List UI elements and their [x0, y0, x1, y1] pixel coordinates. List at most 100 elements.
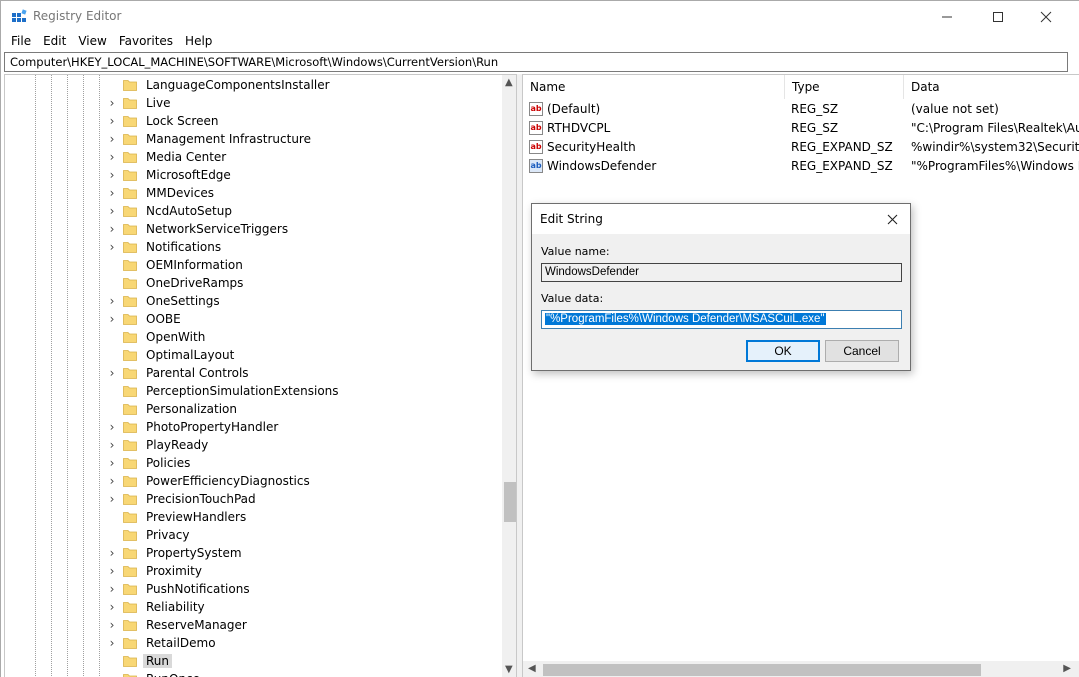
- scroll-down-icon[interactable]: ▼: [505, 664, 513, 675]
- address-bar[interactable]: Computer\HKEY_LOCAL_MACHINE\SOFTWARE\Mic…: [4, 52, 1068, 72]
- tree-item[interactable]: › PrecisionTouchPad: [105, 490, 259, 508]
- folder-icon: [123, 584, 137, 595]
- chevron-right-icon[interactable]: ›: [105, 634, 119, 652]
- tree-item[interactable]: PreviewHandlers: [105, 508, 249, 526]
- tree-item[interactable]: › Notifications: [105, 238, 224, 256]
- tree-item-label: Media Center: [146, 150, 227, 164]
- tree-item[interactable]: › ReserveManager: [105, 616, 250, 634]
- close-button[interactable]: [1023, 1, 1069, 32]
- tree-item[interactable]: › PushNotifications: [105, 580, 253, 598]
- chevron-right-icon[interactable]: ›: [105, 238, 119, 256]
- chevron-right-icon[interactable]: ›: [105, 418, 119, 436]
- chevron-right-icon[interactable]: ›: [105, 598, 119, 616]
- scroll-up-icon[interactable]: ▲: [505, 77, 513, 88]
- scroll-left-icon[interactable]: ◀: [528, 663, 536, 674]
- folder-icon: [123, 134, 137, 145]
- chevron-right-icon[interactable]: ›: [105, 544, 119, 562]
- chevron-right-icon[interactable]: ›: [105, 166, 119, 184]
- chevron-right-icon[interactable]: ›: [105, 490, 119, 508]
- chevron-right-icon[interactable]: ›: [105, 130, 119, 148]
- tree-item[interactable]: LanguageComponentsInstaller: [105, 76, 333, 94]
- tree-item[interactable]: › Policies: [105, 454, 193, 472]
- chevron-right-icon[interactable]: ›: [105, 562, 119, 580]
- value-row[interactable]: ab RTHDVCPL REG_SZ "C:\Program Files\Realte…: [523, 118, 1079, 137]
- tree-item[interactable]: OpenWith: [105, 328, 208, 346]
- values-list[interactable]: Name Type Data ab (Default) REG_SZ (value n…: [522, 74, 1079, 677]
- menu-help[interactable]: Help: [179, 32, 218, 51]
- tree-item[interactable]: Run: [105, 652, 173, 670]
- chevron-right-icon[interactable]: ›: [105, 220, 119, 238]
- tree-item[interactable]: › NetworkServiceTriggers: [105, 220, 291, 238]
- tree-item[interactable]: › PropertySystem: [105, 544, 245, 562]
- tree-item[interactable]: Personalization: [105, 400, 240, 418]
- chevron-right-icon[interactable]: ›: [105, 580, 119, 598]
- column-header-name[interactable]: Name: [523, 75, 785, 99]
- menu-view[interactable]: View: [72, 32, 112, 51]
- tree-item[interactable]: › OOBE: [105, 310, 184, 328]
- maximize-button[interactable]: [975, 1, 1021, 32]
- chevron-right-icon[interactable]: ›: [105, 310, 119, 328]
- chevron-right-icon[interactable]: ›: [105, 184, 119, 202]
- tree-item[interactable]: OneDriveRamps: [105, 274, 246, 292]
- scroll-thumb[interactable]: [543, 664, 981, 676]
- chevron-right-icon[interactable]: ›: [105, 94, 119, 112]
- tree-item[interactable]: › NcdAutoSetup: [105, 202, 235, 220]
- tree-item-label: Personalization: [146, 402, 237, 416]
- value-row[interactable]: ab WindowsDefender REG_EXPAND_SZ "%ProgramF…: [523, 156, 1079, 175]
- tree-item[interactable]: › Lock Screen: [105, 112, 221, 130]
- list-horizontal-scrollbar[interactable]: ◀ ▶: [523, 661, 1079, 677]
- chevron-right-icon[interactable]: ›: [105, 148, 119, 166]
- folder-icon: [123, 494, 137, 505]
- tree-item[interactable]: › PowerEfficiencyDiagnostics: [105, 472, 313, 490]
- chevron-right-icon[interactable]: ›: [105, 616, 119, 634]
- dialog-title-bar: Edit String: [532, 204, 910, 234]
- chevron-right-icon[interactable]: ›: [105, 436, 119, 454]
- tree-item[interactable]: › PhotoPropertyHandler: [105, 418, 281, 436]
- menu-edit[interactable]: Edit: [37, 32, 72, 51]
- tree-item[interactable]: › OneSettings: [105, 292, 223, 310]
- minimize-button[interactable]: [924, 1, 970, 32]
- chevron-right-icon[interactable]: ›: [105, 202, 119, 220]
- tree-item-label: Live: [146, 96, 171, 110]
- value-data-field[interactable]: "%ProgramFiles%\Windows Defender\MSASCui…: [541, 310, 902, 329]
- folder-icon: [123, 368, 137, 379]
- dialog-close-button[interactable]: [878, 208, 906, 230]
- value-data-selection: "%ProgramFiles%\Windows Defender\MSASCui…: [545, 313, 826, 325]
- value-row[interactable]: ab SecurityHealth REG_EXPAND_SZ %windir%\sy…: [523, 137, 1079, 156]
- tree-item-label: NcdAutoSetup: [146, 204, 232, 218]
- chevron-right-icon[interactable]: ›: [105, 472, 119, 490]
- tree-item[interactable]: PerceptionSimulationExtensions: [105, 382, 342, 400]
- tree-item[interactable]: › Reliability: [105, 598, 208, 616]
- cancel-button[interactable]: Cancel: [825, 340, 899, 362]
- tree-item[interactable]: Privacy: [105, 526, 192, 544]
- chevron-right-icon[interactable]: ›: [105, 112, 119, 130]
- tree-item[interactable]: › Management Infrastructure: [105, 130, 314, 148]
- menu-favorites[interactable]: Favorites: [113, 32, 179, 51]
- tree-item[interactable]: › Parental Controls: [105, 364, 252, 382]
- chevron-right-icon[interactable]: ›: [105, 292, 119, 310]
- folder-icon: [123, 170, 137, 181]
- tree-item[interactable]: › Proximity: [105, 562, 205, 580]
- tree-item[interactable]: › MicrosoftEdge: [105, 166, 234, 184]
- key-tree[interactable]: LanguageComponentsInstaller › Live › Lock Sc…: [4, 74, 517, 677]
- tree-item[interactable]: › Live: [105, 94, 174, 112]
- tree-vertical-scrollbar[interactable]: ▲ ▼: [502, 75, 516, 677]
- value-type: REG_EXPAND_SZ: [791, 139, 893, 154]
- tree-item[interactable]: RunOnce: [105, 670, 203, 677]
- tree-item[interactable]: › Media Center: [105, 148, 229, 166]
- chevron-right-icon[interactable]: ›: [105, 364, 119, 382]
- tree-item[interactable]: › PlayReady: [105, 436, 211, 454]
- scroll-right-icon[interactable]: ▶: [1063, 663, 1071, 674]
- tree-item[interactable]: › MMDevices: [105, 184, 217, 202]
- tree-item[interactable]: OptimalLayout: [105, 346, 237, 364]
- column-header-data[interactable]: Data: [904, 75, 1079, 99]
- column-header-type[interactable]: Type: [785, 75, 904, 99]
- tree-item-label: RetailDemo: [146, 636, 216, 650]
- ok-button[interactable]: OK: [746, 340, 820, 362]
- value-row[interactable]: ab (Default) REG_SZ (value not set): [523, 99, 1079, 118]
- menu-file[interactable]: File: [5, 32, 37, 51]
- tree-item[interactable]: OEMInformation: [105, 256, 246, 274]
- scroll-thumb[interactable]: [504, 482, 516, 522]
- tree-item[interactable]: › RetailDemo: [105, 634, 219, 652]
- chevron-right-icon[interactable]: ›: [105, 454, 119, 472]
